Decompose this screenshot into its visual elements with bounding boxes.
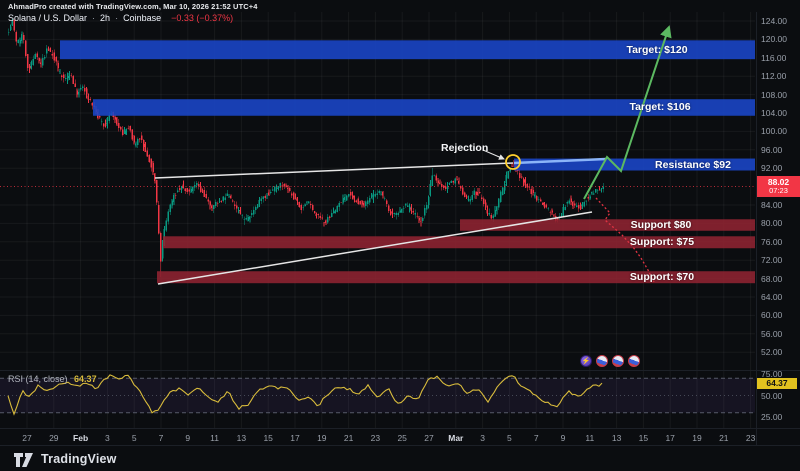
- exchange-name: Coinbase: [123, 13, 161, 23]
- time-tick: 3: [480, 433, 485, 443]
- price-tick: 72.00: [761, 255, 782, 265]
- price-tick: 108.00: [761, 90, 787, 100]
- last-price-label: 88.02 07:23: [757, 176, 800, 197]
- event-flag-icon[interactable]: [612, 355, 624, 367]
- tradingview-wordmark[interactable]: TradingView: [41, 452, 117, 466]
- time-tick: 29: [49, 433, 58, 443]
- boost-icon[interactable]: ⚡: [580, 355, 592, 367]
- price-tick: 92.00: [761, 163, 782, 173]
- price-tick: 64.00: [761, 292, 782, 302]
- price-tick: 60.00: [761, 310, 782, 320]
- time-tick: 21: [719, 433, 728, 443]
- time-tick: 25: [397, 433, 406, 443]
- time-tick: 5: [132, 433, 137, 443]
- time-tick: 13: [612, 433, 621, 443]
- tradingview-logo-icon[interactable]: [14, 451, 34, 467]
- bar-countdown: 07:23: [769, 187, 788, 195]
- price-tick: 76.00: [761, 237, 782, 247]
- interval-value[interactable]: 2h: [100, 13, 110, 23]
- rsi-current-value: 64.37: [74, 374, 97, 384]
- rsi-value-label: 64.37: [757, 378, 797, 389]
- time-tick: 15: [639, 433, 648, 443]
- time-tick: 11: [585, 433, 594, 443]
- price-tick: 84.00: [761, 200, 782, 210]
- time-tick: Mar: [448, 433, 463, 443]
- price-tick: 112.00: [761, 71, 786, 81]
- price-tick: 104.00: [761, 108, 787, 118]
- time-tick: 27: [22, 433, 31, 443]
- rsi-title-text: RSI (14, close): [8, 374, 68, 384]
- zone-label: Target: $106: [629, 101, 690, 113]
- rsi-tick: 25.00: [761, 412, 782, 422]
- rsi-indicator-title[interactable]: RSI (14, close) 64.37: [8, 374, 97, 384]
- attribution-text: AhmadPro created with TradingView.com, M…: [8, 2, 258, 11]
- symbol-title[interactable]: Solana / U.S. Dollar: [8, 13, 87, 23]
- event-icons-row: ⚡: [580, 355, 640, 367]
- time-tick: 19: [692, 433, 701, 443]
- time-tick: Feb: [73, 433, 88, 443]
- time-tick: 17: [290, 433, 299, 443]
- time-tick: 23: [371, 433, 380, 443]
- zone-label: Target: $120: [626, 44, 687, 56]
- rejection-annotation: Rejection: [441, 142, 488, 154]
- time-tick: 21: [344, 433, 353, 443]
- price-tick: 80.00: [761, 218, 782, 228]
- rsi-tick: 50.00: [761, 391, 782, 401]
- time-tick: 17: [665, 433, 674, 443]
- price-tick: 68.00: [761, 274, 782, 284]
- price-tick: 96.00: [761, 145, 782, 155]
- zone-label: Support: $70: [630, 271, 694, 283]
- price-change: −0.33 (−0.37%): [171, 13, 233, 23]
- price-tick: 120.00: [761, 34, 787, 44]
- price-tick: 116.00: [761, 53, 786, 63]
- time-tick: 9: [185, 433, 190, 443]
- event-flag-icon[interactable]: [628, 355, 640, 367]
- time-tick: 11: [210, 433, 219, 443]
- separator-dot: ·: [92, 13, 95, 23]
- time-tick: 13: [237, 433, 246, 443]
- time-tick: 5: [507, 433, 512, 443]
- pane-divider[interactable]: [0, 370, 800, 371]
- time-tick: 15: [263, 433, 272, 443]
- symbol-info-bar[interactable]: Solana / U.S. Dollar · 2h · Coinbase −0.…: [8, 13, 233, 23]
- price-tick: 52.00: [761, 347, 782, 357]
- time-axis-divider: [0, 428, 800, 429]
- time-tick: 19: [317, 433, 326, 443]
- price-tick: 100.00: [761, 126, 787, 136]
- price-tick: 124.00: [761, 16, 787, 26]
- price-tick: 56.00: [761, 329, 782, 339]
- separator-dot: ·: [115, 13, 118, 23]
- zone-label: Support $80: [631, 219, 692, 231]
- time-tick: 23: [746, 433, 755, 443]
- event-flag-icon[interactable]: [596, 355, 608, 367]
- zone-label: Support: $75: [630, 236, 694, 248]
- zone-label: Resistance $92: [655, 159, 731, 171]
- footer-bar: TradingView: [0, 445, 800, 471]
- time-tick: 7: [534, 433, 539, 443]
- time-tick: 3: [105, 433, 110, 443]
- time-tick: 7: [159, 433, 164, 443]
- tradingview-chart-window: AhmadPro created with TradingView.com, M…: [0, 0, 800, 471]
- time-tick: 9: [561, 433, 566, 443]
- time-tick: 27: [424, 433, 433, 443]
